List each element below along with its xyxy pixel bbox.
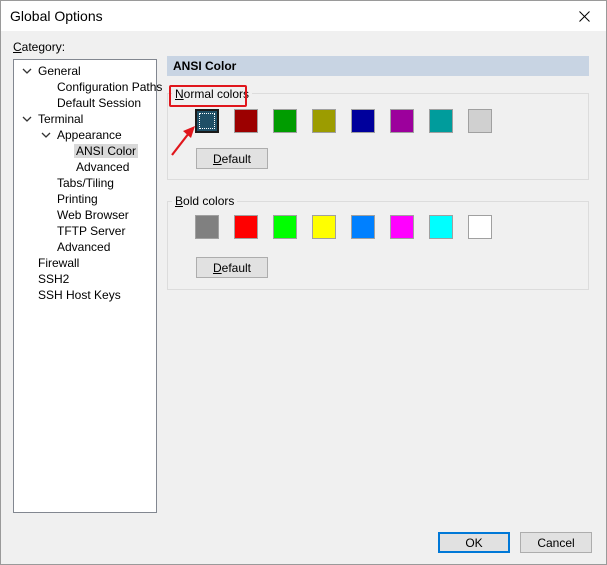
normal-color-swatch-6[interactable] xyxy=(429,109,453,133)
bold-color-swatch-7[interactable] xyxy=(468,215,492,239)
chevron-down-icon[interactable] xyxy=(22,114,32,124)
bold-color-swatch-0[interactable] xyxy=(195,215,219,239)
bold-color-swatch-5[interactable] xyxy=(390,215,414,239)
category-tree[interactable]: General Configuration Paths Default Sess… xyxy=(13,59,162,513)
tree-item-printing[interactable]: Printing xyxy=(57,191,98,207)
normal-color-swatch-1[interactable] xyxy=(234,109,258,133)
close-icon xyxy=(578,10,590,22)
tree-item-default-session[interactable]: Default Session xyxy=(57,95,141,111)
tree-item-ssh2[interactable]: SSH2 xyxy=(38,271,69,287)
normal-color-swatch-0[interactable] xyxy=(195,109,219,133)
tree-item-firewall[interactable]: Firewall xyxy=(38,255,79,271)
tree-item-ssh-host-keys[interactable]: SSH Host Keys xyxy=(38,287,121,303)
tree-item-tabs-tiling[interactable]: Tabs/Tiling xyxy=(57,175,114,191)
ok-button[interactable]: OK xyxy=(438,532,510,553)
bold-default-button[interactable]: Default xyxy=(196,257,268,278)
window-title: Global Options xyxy=(10,8,103,24)
panel-header: ANSI Color xyxy=(167,56,589,76)
normal-colors-highlight xyxy=(169,85,247,107)
bold-color-swatch-6[interactable] xyxy=(429,215,453,239)
tree-item-appearance[interactable]: Appearance xyxy=(57,127,122,143)
cancel-button[interactable]: Cancel xyxy=(520,532,592,553)
normal-color-swatch-2[interactable] xyxy=(273,109,297,133)
tree-item-terminal-advanced[interactable]: Advanced xyxy=(57,239,110,255)
close-button[interactable] xyxy=(562,1,606,31)
panel-title: ANSI Color xyxy=(173,59,237,73)
tree-item-web-browser[interactable]: Web Browser xyxy=(57,207,129,223)
title-bar: Global Options xyxy=(1,1,606,31)
tree-item-configuration-paths[interactable]: Configuration Paths xyxy=(57,79,162,95)
chevron-down-icon[interactable] xyxy=(22,66,32,76)
bold-color-swatch-1[interactable] xyxy=(234,215,258,239)
tree-item-general[interactable]: General xyxy=(38,63,81,79)
bold-colors-legend: Bold colors xyxy=(172,194,238,208)
normal-color-swatch-7[interactable] xyxy=(468,109,492,133)
bold-color-swatch-4[interactable] xyxy=(351,215,375,239)
bold-color-swatch-3[interactable] xyxy=(312,215,336,239)
tree-item-appearance-advanced[interactable]: Advanced xyxy=(76,159,129,175)
tree-item-tftp-server[interactable]: TFTP Server xyxy=(57,223,125,239)
chevron-down-icon[interactable] xyxy=(41,130,51,140)
normal-color-swatch-5[interactable] xyxy=(390,109,414,133)
normal-default-button[interactable]: Default xyxy=(196,148,268,169)
bold-color-swatch-2[interactable] xyxy=(273,215,297,239)
normal-color-swatch-4[interactable] xyxy=(351,109,375,133)
category-label: Category: xyxy=(13,40,66,54)
tree-item-terminal[interactable]: Terminal xyxy=(38,111,83,127)
normal-color-swatch-3[interactable] xyxy=(312,109,336,133)
global-options-dialog: Global Options Category: General Configu… xyxy=(0,0,607,565)
tree-item-ansi-color[interactable]: ANSI Color xyxy=(74,143,139,159)
